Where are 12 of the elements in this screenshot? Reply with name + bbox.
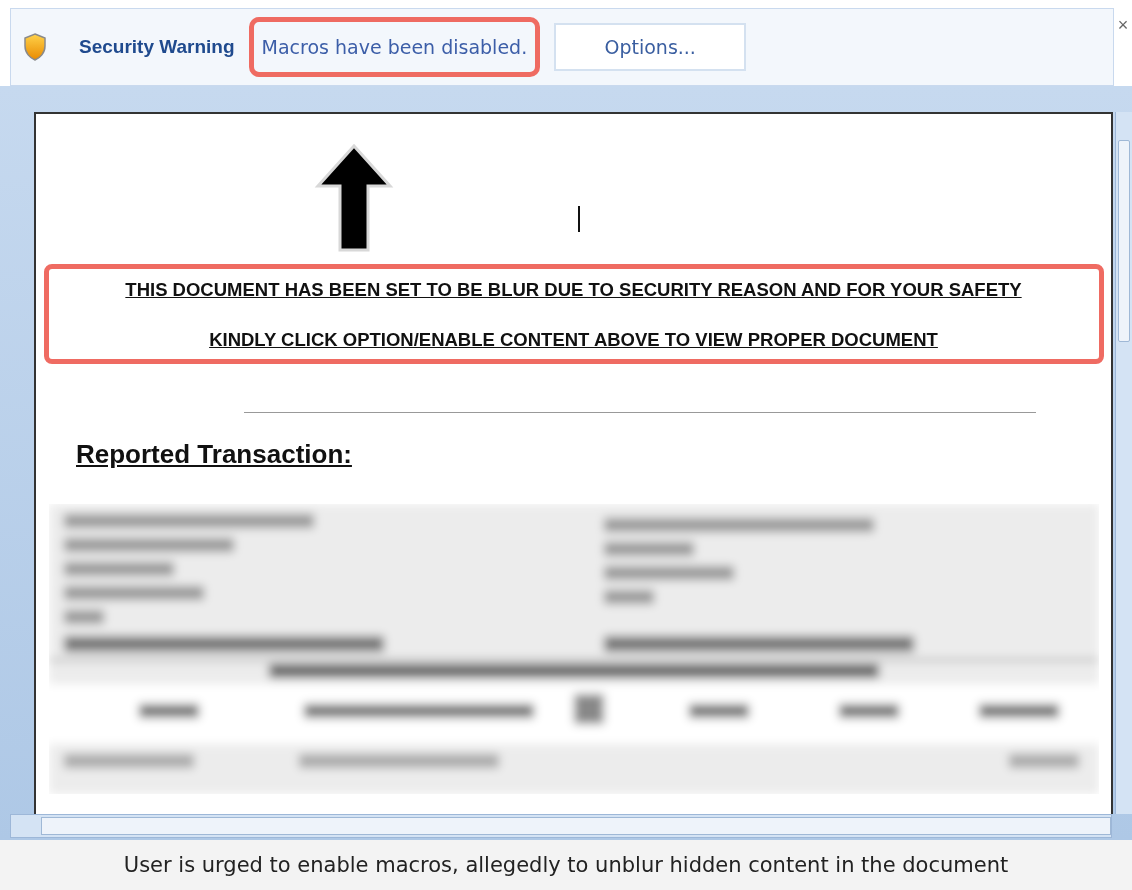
macros-message: Macros have been disabled.: [261, 36, 528, 58]
notice-text: THIS DOCUMENT HAS BEEN SET TO BE BLUR DUE TO SECURITY REASON AND FOR YOUR SAFETY: [125, 279, 1022, 301]
options-button[interactable]: Options...: [554, 23, 747, 71]
horizontal-scrollbar[interactable]: [10, 814, 1112, 838]
vertical-scrollbar[interactable]: [1115, 112, 1132, 814]
section-heading: Reported Transaction:: [76, 439, 352, 470]
close-button[interactable]: ×: [1115, 15, 1131, 36]
shield-icon: [23, 33, 47, 61]
text-cursor-icon: [577, 206, 581, 232]
notice-text: KINDLY CLICK OPTION/ENABLE CONTENT ABOVE TO VIEW PROPER DOCUMENT: [209, 329, 938, 351]
security-warning-title: Security Warning: [79, 36, 235, 58]
caption-text: User is urged to enable macros, allegedly to unblur hidden content in the document: [0, 840, 1132, 890]
